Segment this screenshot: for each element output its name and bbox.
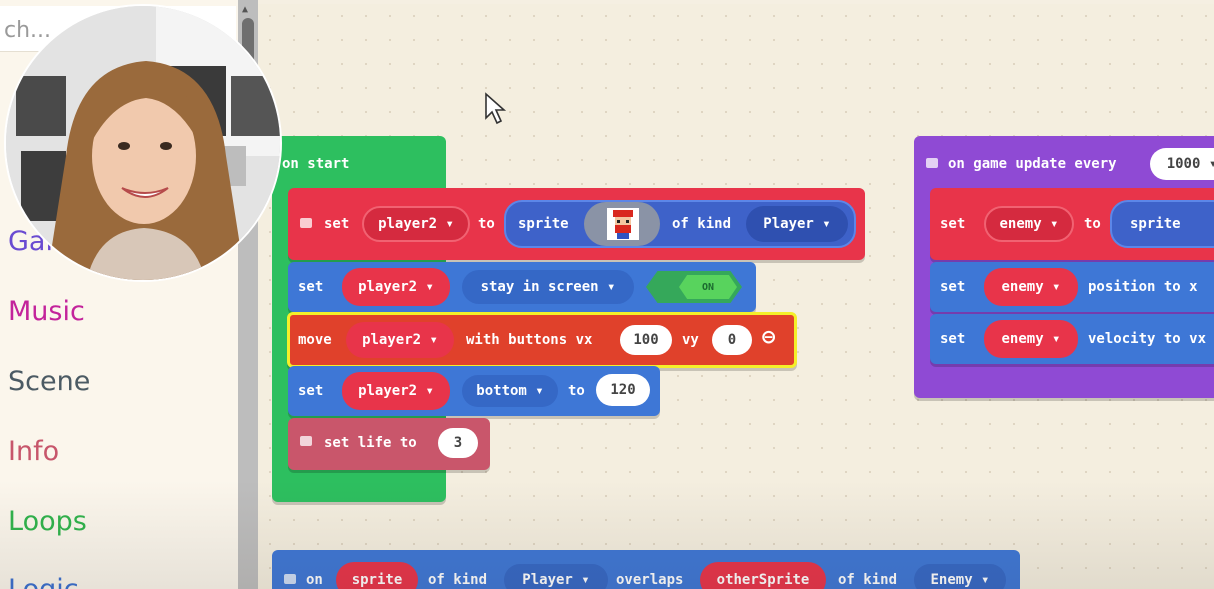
position-to-x-label: position to x	[1088, 279, 1198, 295]
comment-icon	[926, 158, 938, 168]
set-label: set	[940, 331, 966, 347]
set-life-label: set life to	[324, 435, 417, 451]
set-sprite-block[interactable]: set player2 ▾ to sprite of kind Player ▾	[288, 188, 865, 260]
set-label: set	[298, 279, 324, 295]
move-label: move	[298, 332, 332, 348]
kind-dropdown-player[interactable]: Player ▾	[504, 564, 608, 589]
of-kind-label: of kind	[428, 572, 488, 588]
overlaps-label: overlaps	[616, 572, 684, 588]
velocity-to-vx-label: velocity to vx	[1088, 331, 1207, 347]
move-with-buttons-block[interactable]: move player2 ▾ with buttons vx 100 vy 0 …	[287, 312, 797, 368]
scroll-up-icon[interactable]: ▲	[242, 4, 248, 15]
set-label: set	[298, 383, 324, 399]
on-overlap-block[interactable]: on sprite of kind Player ▾ overlaps othe…	[272, 550, 1020, 589]
category-loops[interactable]: Loops	[8, 506, 87, 537]
comment-icon	[284, 574, 296, 584]
vy-input[interactable]: 0	[712, 325, 752, 355]
sprite-label: sprite	[518, 216, 569, 232]
set-enemy-position-block[interactable]: set enemy ▾ position to x	[930, 262, 1214, 312]
category-info[interactable]: Info	[8, 436, 59, 467]
sprite-image-thumbnail[interactable]	[584, 202, 660, 246]
life-value-input[interactable]: 3	[438, 428, 478, 458]
other-sprite-parameter[interactable]: otherSprite	[700, 562, 826, 589]
category-logic[interactable]: Logic	[8, 574, 79, 589]
set-enemy-sprite-block[interactable]: set enemy ▾ to sprite	[930, 188, 1214, 260]
variable-dropdown-enemy[interactable]: enemy ▾	[984, 206, 1074, 242]
mouse-cursor-icon	[485, 92, 507, 125]
property-dropdown-bottom[interactable]: bottom ▾	[462, 375, 558, 407]
set-label: set	[324, 216, 350, 232]
set-enemy-velocity-block[interactable]: set enemy ▾ velocity to vx	[930, 314, 1214, 364]
to-label: to	[1084, 216, 1101, 232]
kind-dropdown-player[interactable]: Player ▾	[746, 206, 848, 242]
on-off-toggle[interactable]: ON	[646, 271, 742, 303]
remove-argument-icon[interactable]: ⊖	[762, 325, 775, 350]
kind-dropdown-enemy[interactable]: Enemy ▾	[914, 564, 1006, 589]
variable-dropdown-player2[interactable]: player2 ▾	[346, 322, 454, 358]
variable-dropdown-player2[interactable]: player2 ▾	[342, 372, 450, 410]
game-update-label: on game update every	[948, 156, 1117, 172]
webcam-video-overlay	[4, 4, 282, 282]
sprite-label: sprite	[1130, 216, 1181, 232]
interval-dropdown[interactable]: 1000 ▾	[1150, 148, 1214, 180]
mario-sprite-icon	[607, 208, 639, 240]
on-start-label: on start	[282, 156, 350, 172]
comment-icon	[300, 436, 312, 446]
variable-dropdown-enemy[interactable]: enemy ▾	[984, 268, 1078, 306]
of-kind-label: of kind	[838, 572, 898, 588]
vy-label: vy	[682, 332, 699, 348]
of-kind-label: of kind	[672, 216, 732, 232]
to-label: to	[568, 383, 585, 399]
flag-dropdown-stay-in-screen[interactable]: stay in screen ▾	[462, 270, 634, 304]
set-label: set	[940, 216, 966, 232]
bottom-value-input[interactable]: 120	[596, 374, 650, 406]
on-label: on	[306, 572, 323, 588]
category-music[interactable]: Music	[8, 296, 85, 327]
set-label: set	[940, 279, 966, 295]
set-life-block[interactable]: set life to 3	[288, 418, 490, 470]
variable-dropdown-enemy[interactable]: enemy ▾	[984, 320, 1078, 358]
toggle-on-label: ON	[679, 275, 737, 299]
blocks-workspace[interactable]: on start set player2 ▾ to sprite of kind…	[258, 4, 1214, 589]
comment-icon	[300, 218, 312, 228]
sprite-parameter[interactable]: sprite	[336, 562, 418, 589]
variable-dropdown-player2[interactable]: player2 ▾	[342, 268, 450, 306]
with-buttons-vx-label: with buttons vx	[466, 332, 593, 348]
category-scene[interactable]: Scene	[8, 366, 90, 397]
variable-dropdown-player2[interactable]: player2 ▾	[362, 206, 470, 242]
set-bottom-block[interactable]: set player2 ▾ bottom ▾ to 120	[288, 366, 660, 416]
stay-in-screen-block[interactable]: set player2 ▾ stay in screen ▾ ON	[288, 262, 756, 312]
presenter-video-icon	[6, 6, 280, 280]
to-label: to	[478, 216, 495, 232]
vx-input[interactable]: 100	[620, 325, 672, 355]
